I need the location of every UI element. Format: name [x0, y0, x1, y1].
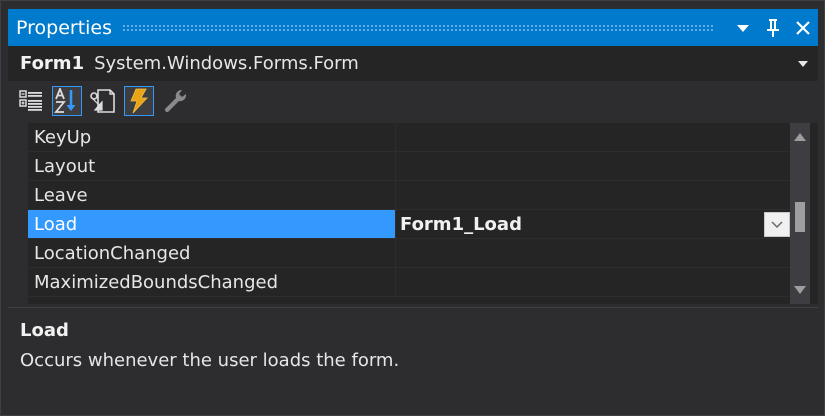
grid-row-leave[interactable]: Leave: [28, 181, 790, 210]
events-button[interactable]: [124, 86, 154, 116]
property-pages-button[interactable]: [160, 86, 190, 116]
event-handler-value[interactable]: [396, 239, 790, 267]
event-handler-value[interactable]: [396, 123, 790, 151]
handler-dropdown-button[interactable]: [764, 212, 790, 237]
vertical-scrollbar[interactable]: [790, 123, 810, 304]
auto-hide-button[interactable]: [758, 9, 788, 46]
object-type: System.Windows.Forms.Form: [94, 53, 359, 74]
window-menu-button[interactable]: [728, 9, 758, 46]
property-grid: KeyUp Layout Leave Load Form1_Load Locat…: [8, 123, 818, 304]
events-lightning-icon: [130, 88, 148, 114]
grid-row-maximizedboundschanged[interactable]: MaximizedBoundsChanged: [28, 268, 790, 297]
event-handler-value[interactable]: [396, 181, 790, 209]
object-selector-dropdown[interactable]: [788, 60, 818, 67]
event-name[interactable]: LocationChanged: [28, 239, 396, 267]
grid-row-load[interactable]: Load Form1_Load: [28, 210, 790, 239]
event-name[interactable]: KeyUp: [28, 123, 396, 151]
title-bar[interactable]: Properties: [8, 9, 818, 46]
properties-window: Properties Form1 System.Windows.Forms.Fo…: [0, 0, 825, 416]
event-name[interactable]: Layout: [28, 152, 396, 180]
arrow-up-icon: [794, 133, 806, 141]
description-text: Occurs whenever the user loads the form.: [20, 350, 400, 371]
chevron-down-icon: [771, 220, 783, 228]
arrow-down-icon: [794, 286, 806, 294]
properties-button[interactable]: [88, 86, 118, 116]
categorized-icon: [19, 90, 42, 111]
window-title: Properties: [16, 16, 113, 39]
grid-row-locationchanged[interactable]: LocationChanged: [28, 239, 790, 268]
event-handler-value[interactable]: Form1_Load: [396, 210, 790, 238]
close-button[interactable]: [788, 9, 818, 46]
properties-toolbar: [8, 82, 818, 120]
event-handler-text: Form1_Load: [400, 213, 522, 235]
pin-icon: [767, 18, 779, 37]
event-handler-value[interactable]: [396, 152, 790, 180]
description-panel: Load Occurs whenever the user loads the …: [8, 307, 818, 407]
alphabetical-button[interactable]: [52, 86, 82, 116]
grid-row-layout[interactable]: Layout: [28, 152, 790, 181]
title-grip[interactable]: [122, 24, 714, 31]
event-name[interactable]: Leave: [28, 181, 396, 209]
property-pages-wrench-icon: [164, 89, 187, 113]
object-selector[interactable]: Form1 System.Windows.Forms.Form: [8, 46, 818, 82]
dropdown-arrow-icon: [737, 24, 749, 32]
grid-row-keyup[interactable]: KeyUp: [28, 123, 790, 152]
event-handler-value[interactable]: [396, 268, 790, 296]
description-title: Load: [20, 320, 69, 341]
properties-icon: [90, 89, 115, 113]
close-icon: [796, 20, 810, 35]
categorized-button[interactable]: [16, 86, 46, 116]
object-name: Form1: [20, 53, 85, 74]
scroll-down-button[interactable]: [790, 278, 810, 302]
alphabetical-sort-icon: [54, 88, 76, 113]
dropdown-arrow-icon: [798, 60, 808, 67]
event-name[interactable]: MaximizedBoundsChanged: [28, 268, 396, 296]
scroll-thumb[interactable]: [795, 202, 805, 232]
event-name[interactable]: Load: [28, 210, 396, 238]
grid-gutter: [8, 123, 28, 304]
scroll-up-button[interactable]: [790, 125, 810, 149]
